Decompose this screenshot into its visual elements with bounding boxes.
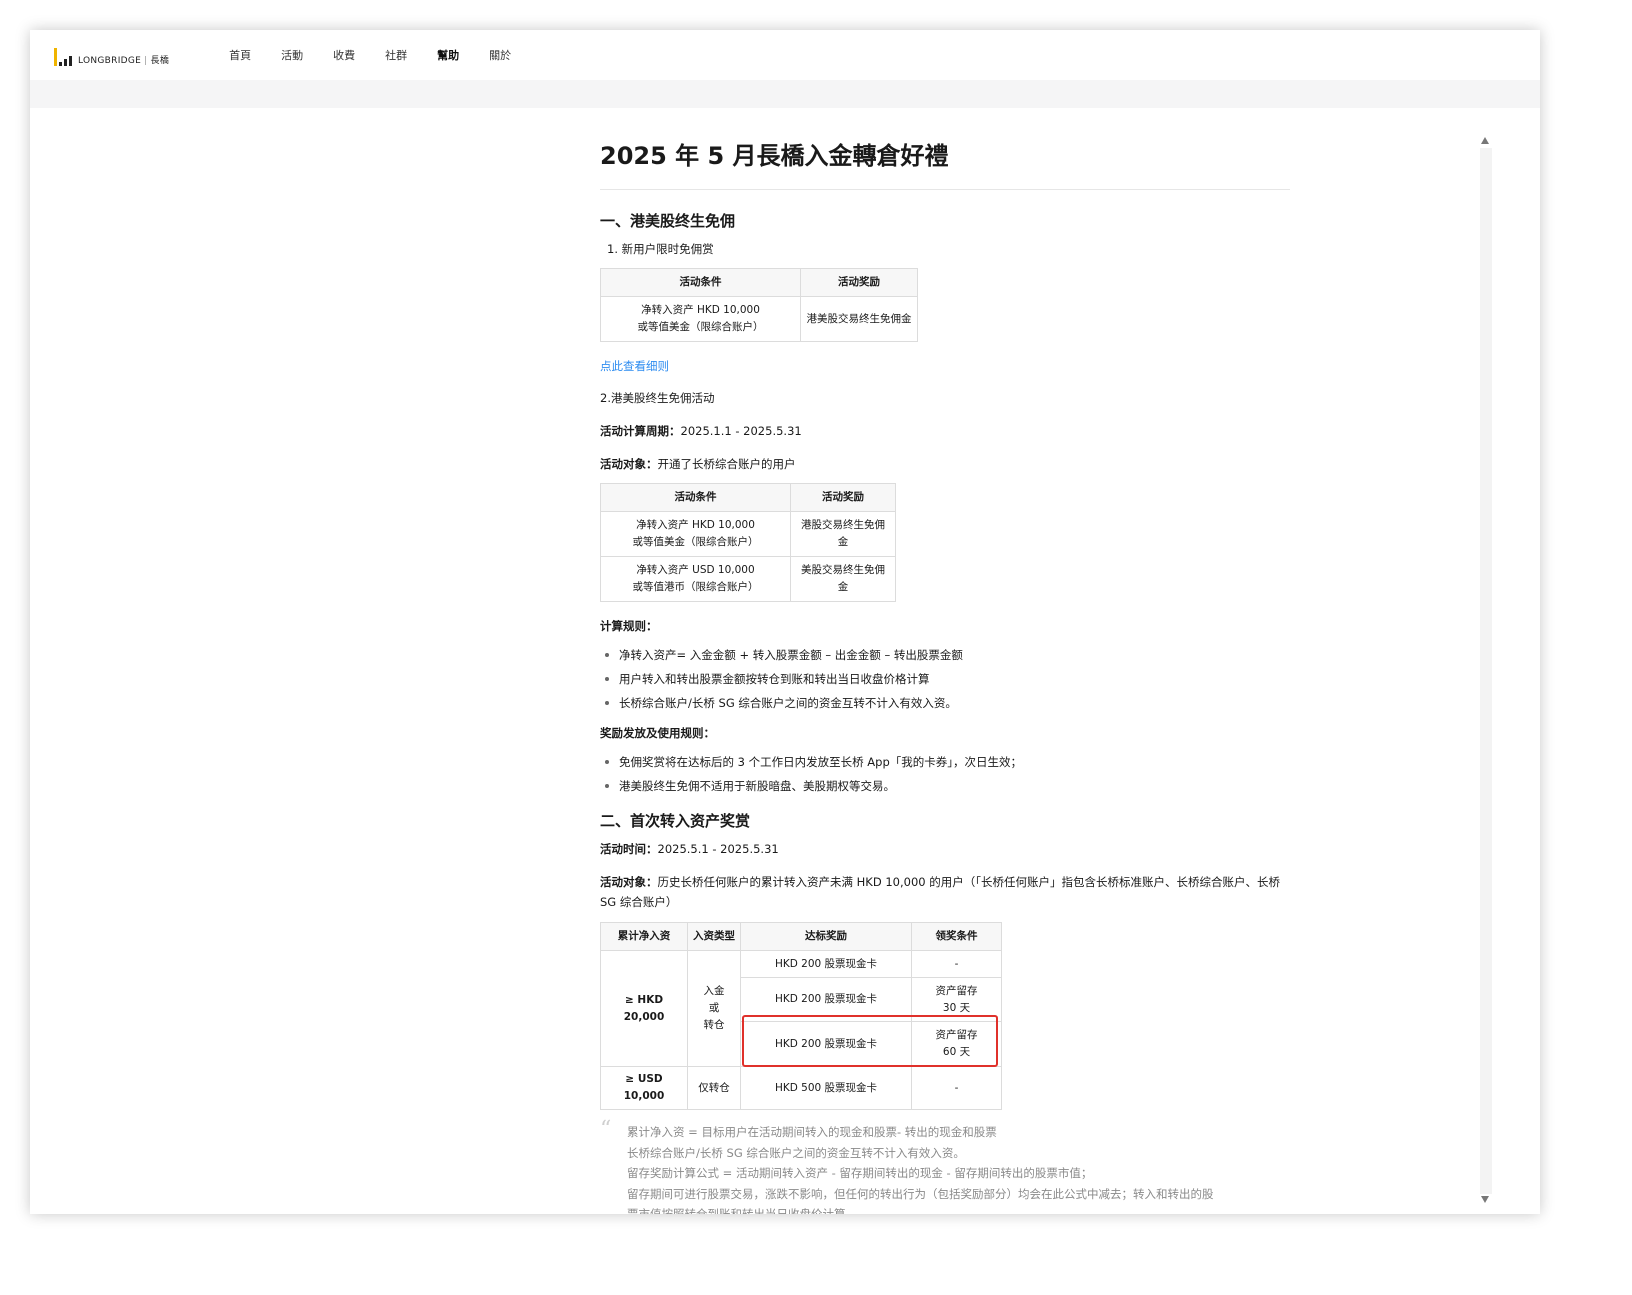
table-cell: 美股交易终生免佣金 xyxy=(790,556,896,602)
scroll-up-arrow-icon[interactable] xyxy=(1481,137,1489,144)
target-value: 开通了长桥综合账户的用户 xyxy=(657,457,796,471)
table-header: 入资类型 xyxy=(687,922,741,951)
article: 2025 年 5 月長橋入金轉倉好禮 一、港美股终生免佣 1. 新用户限时免佣赏… xyxy=(600,120,1290,1214)
table-cell: 港股交易终生免佣金 xyxy=(790,511,896,557)
sub-header-bar xyxy=(30,80,1540,108)
note-line: 长桥综合账户/长桥 SG 综合账户之间的资金互转不计入有效入资。 xyxy=(627,1145,965,1160)
table-header: 达标奖励 xyxy=(740,922,912,951)
table-header: 领奖条件 xyxy=(911,922,1002,951)
logo-mark-icon xyxy=(54,48,72,66)
page-title: 2025 年 5 月長橋入金轉倉好禮 xyxy=(600,136,1290,190)
reward-rules-title: 奖励发放及使用规则： xyxy=(600,726,715,740)
cell-line: 转仓 xyxy=(703,1019,725,1031)
nav-home[interactable]: 首頁 xyxy=(229,47,281,63)
event-time: 活动时间：2025.5.1 - 2025.5.31 xyxy=(600,840,1290,858)
event-time-label: 活动时间： xyxy=(600,842,658,856)
nav-events[interactable]: 活動 xyxy=(281,47,333,63)
note-line: 票市值按照转仓到账和转出当日收盘价计算。 xyxy=(627,1207,857,1214)
cell-line: 净转入资产 USD 10,000 xyxy=(636,564,755,576)
nav-about[interactable]: 關於 xyxy=(489,47,541,63)
section1-item2: 2.港美股终生免佣活动 xyxy=(600,391,715,405)
table-cell: 净转入资产 HKD 10,000 或等值美金（限综合账户） xyxy=(600,296,801,342)
table-cell: ≥ USD 10,000 xyxy=(600,1066,688,1110)
event-time-value: 2025.5.1 - 2025.5.31 xyxy=(657,842,779,856)
browser-window: LONGBRIDGE | 長橋 首頁 活動 收費 社群 幫助 關於 2025 年 5… xyxy=(30,30,1540,1214)
table-header: 活动奖励 xyxy=(800,268,918,297)
list-item: 净转入资产= 入金金额 + 转入股票金额 – 出金金额 – 转出股票金额 xyxy=(600,643,1290,667)
logo-text: LONGBRIDGE | 長橋 xyxy=(78,56,170,66)
note-line: 累计净入资 = 目标用户在活动期间转入的现金和股票- 转出的现金和股票 xyxy=(627,1125,997,1139)
note-line: 留存奖励计算公式 = 活动期间转入资产 - 留存期间转出的现金 - 留存期间转出… xyxy=(627,1166,1093,1180)
brand-name-cn: 長橋 xyxy=(150,56,170,66)
event-target-value: 历史长桥任何账户的累计转入资产未满 HKD 10,000 的用户（「长桥任何账户… xyxy=(600,875,1280,909)
table-header: 累计净入资 xyxy=(600,922,688,951)
table-cell: - xyxy=(911,1066,1002,1110)
note-line: 留存期间可进行股票交易，涨跌不影响，但任何的转出行为（包括奖励部分）均会在此公式… xyxy=(627,1186,1214,1201)
brand-name: LONGBRIDGE xyxy=(78,56,142,66)
quote-mark-icon: “ xyxy=(600,1117,612,1142)
cell-line: 或等值美金（限综合账户） xyxy=(632,536,759,548)
main-nav: 首頁 活動 收費 社群 幫助 關於 xyxy=(229,47,541,63)
table-cell: HKD 200 股票现金卡 xyxy=(740,950,912,978)
nav-community[interactable]: 社群 xyxy=(385,47,437,63)
cell-line: 资产留存 xyxy=(935,984,978,997)
reward-table-wrap: 累计净入资 入资类型 达标奖励 领奖条件 ≥ HKD 20,000 入金 或 转… xyxy=(600,922,1290,1110)
rules-detail-link[interactable]: 点此查看细则 xyxy=(600,359,669,373)
section2-heading: 二、首次转入资产奖赏 xyxy=(600,812,751,830)
event-target: 活动对象：历史长桥任何账户的累计转入资产未满 HKD 10,000 的用户（「长… xyxy=(600,872,1290,912)
table-cell: 净转入资产 HKD 10,000 或等值美金（限综合账户） xyxy=(600,511,791,557)
cell-line: 净转入资产 HKD 10,000 xyxy=(641,304,760,316)
target-users: 活动对象：开通了长桥综合账户的用户 xyxy=(600,455,1290,473)
brand-logo[interactable]: LONGBRIDGE | 長橋 xyxy=(54,44,169,66)
calc-rules-title: 计算规则： xyxy=(600,619,658,633)
table-header: 活动奖励 xyxy=(790,483,896,512)
table-cell: 仅转仓 xyxy=(687,1066,741,1110)
table-header: 活动条件 xyxy=(600,483,791,512)
cell-line: 或 xyxy=(708,1002,720,1014)
cell-line: 入金 xyxy=(703,985,725,997)
scrollbar-track[interactable] xyxy=(1480,148,1492,1194)
event-target-label: 活动对象： xyxy=(600,875,658,889)
table-new-user: 活动条件 活动奖励 净转入资产 HKD 10,000 或等值美金（限综合账户） … xyxy=(600,268,918,342)
calc-period: 活动计算周期：2025.1.1 - 2025.5.31 xyxy=(600,422,1290,440)
calc-rules-list: 净转入资产= 入金金额 + 转入股票金额 – 出金金额 – 转出股票金额 用户转… xyxy=(600,643,1290,715)
table-cell: 入金 或 转仓 xyxy=(687,950,741,1067)
target-label: 活动对象： xyxy=(600,457,658,471)
cell-line: 30 天 xyxy=(942,1001,971,1014)
table-cell: ≥ HKD 20,000 xyxy=(600,950,688,1067)
table-lifetime-free: 活动条件 活动奖励 净转入资产 HKD 10,000 或等值美金（限综合账户） … xyxy=(600,483,896,602)
reward-rules-list: 免佣奖赏将在达标后的 3 个工作日内发放至长桥 App「我的卡券」，次日生效； … xyxy=(600,750,1290,798)
cell-line: 或等值港币（限综合账户） xyxy=(632,581,759,593)
calc-period-value: 2025.1.1 - 2025.5.31 xyxy=(680,424,802,438)
section1-item1: 1. 新用户限时免佣赏 xyxy=(607,242,714,256)
table-header: 活动条件 xyxy=(600,268,801,297)
list-item: 长桥综合账户/长桥 SG 综合账户之间的资金互转不计入有效入资。 xyxy=(600,691,1290,715)
scroll-down-arrow-icon[interactable] xyxy=(1481,1196,1489,1203)
table-cell: 净转入资产 USD 10,000 或等值港币（限综合账户） xyxy=(600,556,791,602)
nav-pricing[interactable]: 收費 xyxy=(333,47,385,63)
section1-heading: 一、港美股终生免佣 xyxy=(600,212,736,230)
table-cell: - xyxy=(911,950,1002,978)
top-navigation: LONGBRIDGE | 長橋 首頁 活動 收費 社群 幫助 關於 xyxy=(30,30,1540,80)
table-cell: HKD 500 股票现金卡 xyxy=(740,1066,912,1110)
nav-help[interactable]: 幫助 xyxy=(437,47,489,63)
list-item: 用户转入和转出股票金额按转仓到账和转出当日收盘价格计算 xyxy=(600,667,1290,691)
calc-period-label: 活动计算周期： xyxy=(600,424,681,438)
list-item: 免佣奖赏将在达标后的 3 个工作日内发放至长桥 App「我的卡券」，次日生效； xyxy=(600,750,1290,774)
cell-line: 或等值美金（限综合账户） xyxy=(637,321,764,333)
list-item: 港美股终生免佣不适用于新股暗盘、美股期权等交易。 xyxy=(600,774,1290,798)
cell-line: 净转入资产 HKD 10,000 xyxy=(636,519,755,531)
table-cell: 港美股交易终生免佣金 xyxy=(800,296,918,342)
highlight-box xyxy=(742,1015,998,1067)
notes-blockquote: “ 累计净入资 = 目标用户在活动期间转入的现金和股票- 转出的现金和股票 长桥… xyxy=(600,1117,1290,1214)
